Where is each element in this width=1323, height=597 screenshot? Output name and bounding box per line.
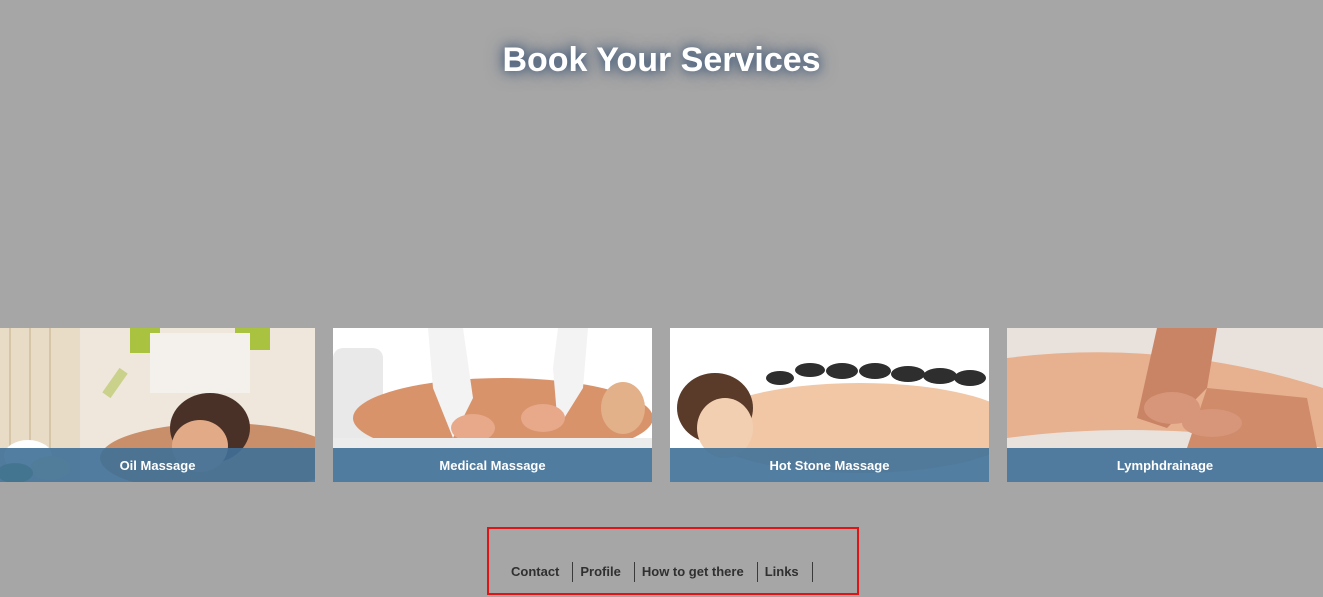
service-label-bar: Oil Massage <box>0 448 315 482</box>
service-card-medical-massage[interactable]: Medical Massage <box>333 328 652 482</box>
service-card-hot-stone-massage[interactable]: Hot Stone Massage <box>670 328 989 482</box>
services-gallery: Oil Massage Medical Massage Hot Stone Ma… <box>0 328 1323 482</box>
service-label-lymphdrainage[interactable]: Lymphdrainage <box>1117 458 1213 473</box>
service-label-bar: Medical Massage <box>333 448 652 482</box>
service-card-lymphdrainage[interactable]: Lymphdrainage <box>1007 328 1323 482</box>
page-title: Book Your Services <box>502 41 821 79</box>
service-label-bar: Hot Stone Massage <box>670 448 989 482</box>
footer-nav: Contact Profile How to get there Links <box>504 562 813 582</box>
service-card-oil-massage[interactable]: Oil Massage <box>0 328 315 482</box>
service-label-hot-stone-massage[interactable]: Hot Stone Massage <box>770 458 890 473</box>
service-label-bar: Lymphdrainage <box>1007 448 1323 482</box>
service-label-medical-massage[interactable]: Medical Massage <box>439 458 545 473</box>
footer-highlight-box <box>487 527 859 595</box>
footer-link-contact[interactable]: Contact <box>504 562 574 582</box>
footer-link-profile[interactable]: Profile <box>573 562 635 582</box>
footer-link-how-to-get-there[interactable]: How to get there <box>635 562 758 582</box>
service-label-oil-massage[interactable]: Oil Massage <box>120 458 196 473</box>
footer-link-links[interactable]: Links <box>758 562 813 582</box>
